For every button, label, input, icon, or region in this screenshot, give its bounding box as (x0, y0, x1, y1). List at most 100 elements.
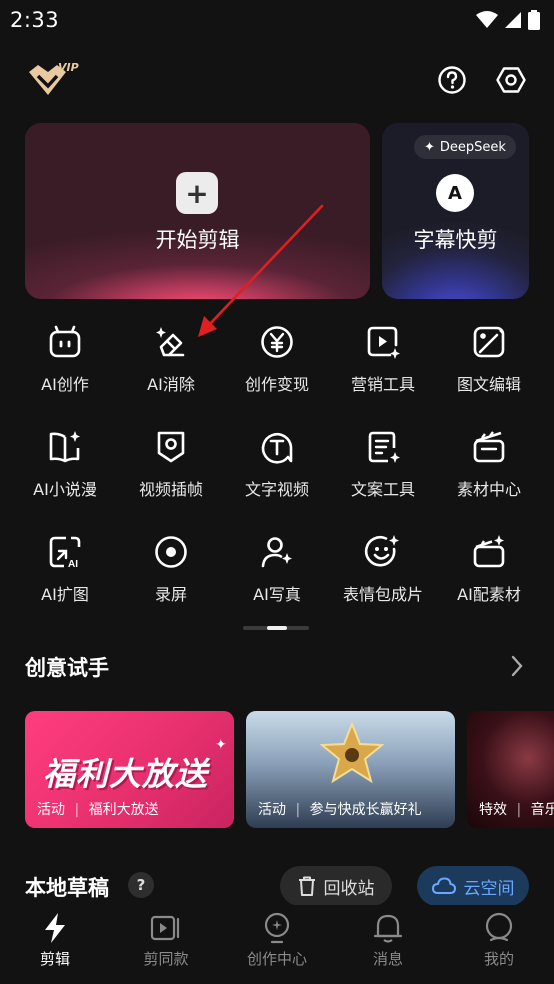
creative-section-title: 创意试手 (25, 656, 109, 680)
bolt-icon (45, 913, 65, 943)
record-icon (155, 536, 187, 568)
recycle-bin-label: 回收站 (323, 878, 375, 899)
letter-a-icon: A (436, 174, 474, 212)
tool-ai-create[interactable]: AI创作 (12, 323, 118, 395)
doc-sparkle-icon (368, 431, 400, 463)
banner-caption-text: 音乐 (530, 802, 554, 818)
cloud-space-label: 云空间 (463, 878, 515, 899)
tool-ai-portrait[interactable]: AI写真 (224, 533, 330, 605)
nav-edit[interactable]: 剪辑 (10, 912, 100, 969)
trash-icon (298, 876, 315, 896)
cloud-icon (431, 877, 456, 894)
sparkle-icon: ✦ (215, 737, 227, 753)
tool-meme-video[interactable]: 表情包成片 (330, 533, 436, 605)
settings-button[interactable] (494, 63, 528, 97)
deepseek-label: DeepSeek (439, 139, 506, 155)
tool-screen-record[interactable]: 录屏 (118, 533, 224, 605)
portrait-sparkle-icon (261, 537, 292, 568)
banner-caption-text: 福利大放送 (88, 802, 159, 818)
tool-label: AI小说漫 (33, 480, 97, 499)
tool-label: 素材中心 (456, 480, 521, 499)
star-trophy-icon (320, 721, 384, 784)
tool-image-text-edit[interactable]: 图文编辑 (436, 323, 542, 395)
help-icon (438, 66, 466, 94)
banner-growth[interactable]: 活动 | 参与快成长赢好礼 (246, 711, 455, 828)
tool-text-video[interactable]: 文字视频 (224, 428, 330, 500)
tool-label: 营销工具 (350, 375, 415, 394)
tool-label: 文案工具 (350, 480, 415, 499)
nav-profile[interactable]: 我的 (454, 912, 544, 969)
annotation-arrow (198, 204, 324, 337)
nav-messages[interactable]: 消息 (343, 912, 433, 969)
banner-big-text: 福利大放送 (43, 755, 209, 793)
tool-label: AI消除 (147, 375, 195, 394)
tool-label: AI写真 (253, 585, 301, 604)
sparkle-icon: ✦ (424, 139, 435, 155)
wifi-icon (476, 11, 498, 28)
tool-ai-expand[interactable]: AI AI扩图 (12, 533, 118, 605)
bulb-icon (264, 912, 290, 944)
banner-caption: 活动 | 参与快成长赢好礼 (258, 802, 422, 818)
banner-caption: 特效 | 音乐 (479, 799, 554, 819)
banner-caption: 活动 | 福利大放送 (37, 802, 159, 818)
banner-tag: 特效 (479, 802, 507, 818)
nav-label: 创作中心 (246, 950, 307, 968)
book-sparkle-icon (49, 431, 80, 463)
ai-bot-icon (49, 325, 81, 358)
nav-template[interactable]: 剪同款 (121, 912, 211, 969)
vip-label: VIP (58, 61, 79, 74)
nav-label: 消息 (372, 950, 403, 968)
tool-marketing[interactable]: 营销工具 (330, 323, 436, 395)
page-indicator (243, 626, 309, 630)
text-bubble-icon (261, 432, 293, 464)
banner-effects[interactable]: 特效 | 音乐 (467, 711, 554, 828)
chevron-right-icon[interactable] (510, 655, 524, 677)
help-button[interactable] (435, 63, 469, 97)
subtitle-quickcut-title: 字幕快剪 (413, 228, 498, 252)
tool-label: 表情包成片 (342, 585, 423, 604)
cloud-space-button[interactable]: 云空间 (417, 866, 529, 906)
profile-icon (485, 912, 513, 942)
banner-tag: 活动 (37, 802, 65, 818)
tool-ai-assets[interactable]: AI配素材 (436, 533, 542, 605)
tool-copywriting[interactable]: 文案工具 (330, 428, 436, 500)
status-time: 2:33 (10, 8, 60, 32)
tool-label: 文字视频 (244, 480, 309, 499)
play-sparkle-icon (367, 326, 400, 359)
drafts-section-title: 本地草稿 (25, 876, 109, 900)
template-icon (150, 915, 180, 941)
banner-welfare[interactable]: 福利大放送 ✦ 活动 | 福利大放送 (25, 711, 234, 828)
battery-icon (528, 10, 540, 30)
recycle-bin-button[interactable]: 回收站 (280, 866, 392, 906)
deepseek-badge: ✦ DeepSeek (414, 135, 516, 159)
tool-label: AI创作 (41, 375, 89, 394)
bell-icon (373, 914, 403, 943)
tool-label: AI配素材 (457, 585, 521, 604)
expand-image-icon: AI (49, 536, 81, 570)
nav-label: 我的 (483, 950, 514, 968)
tool-label: 创作变现 (244, 375, 309, 394)
settings-icon (496, 67, 526, 93)
vip-logo[interactable]: VIP (26, 60, 82, 104)
status-icons (476, 10, 540, 30)
eraser-icon (156, 327, 185, 357)
tool-label: 图文编辑 (456, 375, 521, 394)
signal-icon (505, 12, 521, 28)
drafts-help-icon[interactable]: ? (128, 872, 154, 898)
clapper-sparkle-icon (473, 535, 505, 568)
frame-icon (157, 431, 185, 463)
clapper-icon (473, 431, 505, 463)
emoji-sparkle-icon (364, 535, 399, 567)
tool-label: 录屏 (154, 585, 187, 604)
banner-caption-text: 参与快成长赢好礼 (309, 802, 422, 818)
subtitle-quickcut-card[interactable]: ✦ DeepSeek A 字幕快剪 (382, 123, 529, 299)
tool-ai-novel[interactable]: AI小说漫 (12, 428, 118, 500)
nav-label: 剪同款 (143, 950, 189, 968)
tool-asset-center[interactable]: 素材中心 (436, 428, 542, 500)
nav-creator-center[interactable]: 创作中心 (232, 912, 322, 969)
image-edit-icon (473, 326, 505, 358)
tool-frame-interp[interactable]: 视频插帧 (118, 428, 224, 500)
nav-label: 剪辑 (39, 950, 70, 968)
svg-text:AI: AI (68, 559, 78, 570)
tool-label: 视频插帧 (138, 480, 203, 499)
